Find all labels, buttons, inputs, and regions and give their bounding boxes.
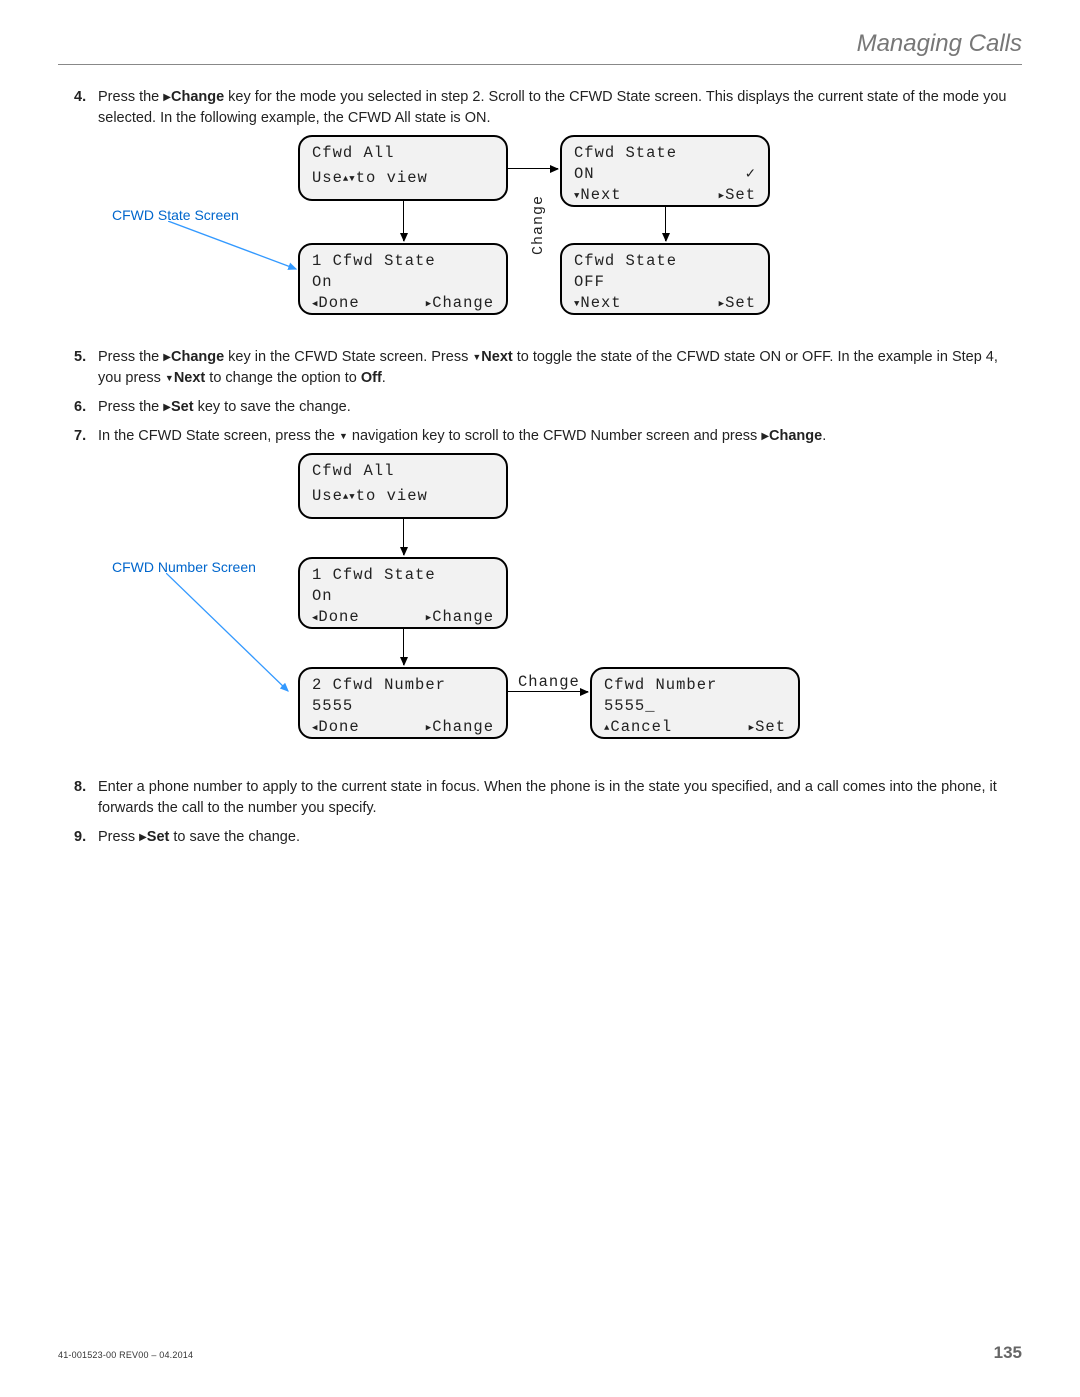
page-title: Managing Calls (58, 30, 1022, 65)
step-7: 7. In the CFWD State screen, press the ▼… (80, 426, 1022, 763)
step-8: 8. Enter a phone number to apply to the … (80, 777, 1022, 819)
arrow-down-icon (403, 629, 404, 665)
screen-cfwd-all: Cfwd All Use▲▼to view (298, 135, 508, 201)
step-9: 9. Press ▶Set to save the change. (80, 827, 1022, 848)
screen-cfwd-state-on: Cfwd State ON ✓ ▼Next ▶Set (560, 135, 770, 207)
doc-revision: 41-001523-00 REV00 – 04.2014 (58, 1350, 193, 1360)
step-num: 7. (74, 426, 86, 447)
step-text: Enter a phone number to apply to the cur… (98, 779, 997, 816)
play-icon: ▶ (163, 91, 171, 106)
arrow-right-icon (508, 168, 558, 169)
screen-cfwd-number-edit: Cfwd Number 5555_ ▲Cancel ▶Set (590, 667, 800, 739)
screen-2-cfwd-number: 2 Cfwd Number 5555 ◀Done ▶Change (298, 667, 508, 739)
page-footer: 41-001523-00 REV00 – 04.2014 135 (58, 1343, 1022, 1363)
diagram-cfwd-state: CFWD State Screen Cfwd All Use▲▼to view (98, 135, 1022, 335)
step-text: Press ▶Set to save the change. (98, 829, 300, 845)
down-arrow-icon: ▼ (165, 372, 174, 385)
down-arrow-icon: ▼ (472, 351, 481, 364)
play-icon: ▶ (139, 831, 147, 846)
callout-arrow-icon (166, 573, 306, 703)
arrow-down-icon (665, 207, 666, 241)
step-text: Press the ▶Change key for the mode you s… (98, 89, 1006, 126)
arrow-down-icon (403, 519, 404, 555)
arrow-down-icon (403, 201, 404, 241)
check-icon: ✓ (746, 164, 756, 185)
step-text: In the CFWD State screen, press the ▼ na… (98, 428, 826, 444)
step-num: 4. (74, 87, 86, 108)
play-icon: ▶ (163, 401, 171, 416)
screen-cfwd-all-2: Cfwd All Use▲▼to view (298, 453, 508, 519)
page-number: 135 (994, 1343, 1022, 1363)
step-num: 6. (74, 397, 86, 418)
step-text: Press the ▶Change key in the CFWD State … (98, 349, 998, 386)
step-num: 8. (74, 777, 86, 798)
step-5: 5. Press the ▶Change key in the CFWD Sta… (80, 347, 1022, 389)
step-num: 5. (74, 347, 86, 368)
play-icon: ▶ (761, 430, 769, 445)
step-4: 4. Press the ▶Change key for the mode yo… (80, 87, 1022, 335)
step-num: 9. (74, 827, 86, 848)
label-change: Change (518, 671, 580, 693)
up-down-arrow-icon: ▲▼ (343, 491, 356, 503)
screen-cfwd-state-off: Cfwd State OFF ▼Next ▶Set (560, 243, 770, 315)
screen-1-cfwd-state-2: 1 Cfwd State On ◀Done ▶Change (298, 557, 508, 629)
callout-arrow-icon (168, 221, 308, 281)
step-text: Press the ▶Set key to save the change. (98, 399, 351, 415)
play-icon: ▶ (163, 351, 171, 366)
step-6: 6. Press the ▶Set key to save the change… (80, 397, 1022, 418)
label-change-vertical: Change (528, 195, 550, 255)
diagram-cfwd-number: CFWD Number Screen Cfwd All Use▲▼to view… (98, 453, 1022, 763)
screen-1-cfwd-state: 1 Cfwd State On ◀Done ▶Change (298, 243, 508, 315)
down-arrow-icon: ▼ (339, 430, 348, 443)
up-down-arrow-icon: ▲▼ (343, 173, 356, 185)
